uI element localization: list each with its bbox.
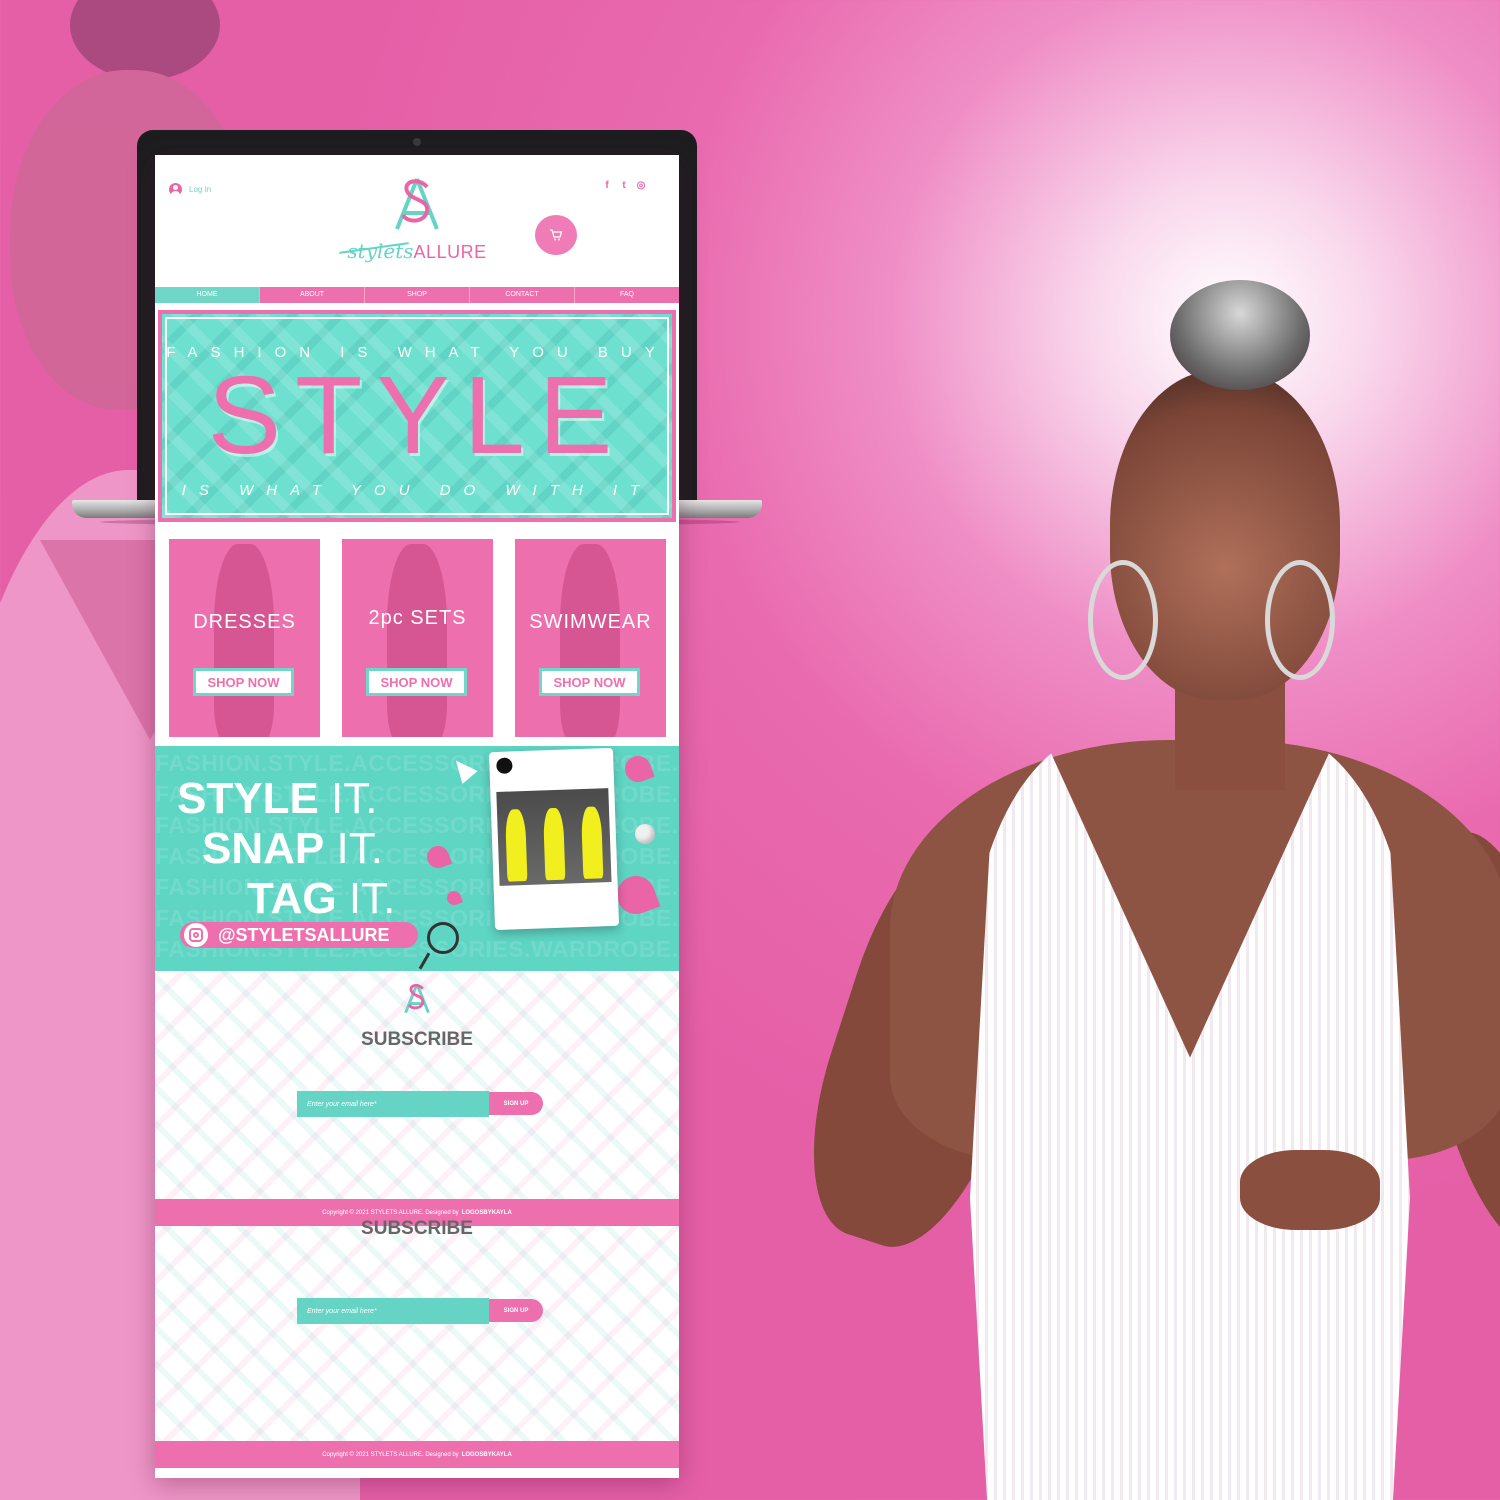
subscribe-section: SUBSCRIBE Enter your email here* SIGN UP [155,971,679,1201]
copyright-text: Copyright © 2021 STYLETS ALLURE. Designe… [322,1209,459,1216]
model-photo [779,270,1500,1500]
cart-icon [550,229,563,241]
magnifier-icon [427,922,459,954]
model-silhouette [560,544,620,737]
earring-right [1265,560,1335,680]
row-bold: SNAP [202,824,325,873]
avatar [496,757,513,774]
website-mockup: Log In f t ◎ styletsALLURE HOME ABOUT SH… [155,155,679,1478]
category-label: DRESSES [193,611,296,633]
twitter-icon[interactable]: t [619,180,629,191]
instagram-icon [184,923,208,947]
footer-bar: Copyright © 2021 STYLETS ALLURE. Designe… [155,1441,679,1468]
facebook-icon[interactable]: f [602,180,612,191]
logo-script: stylets [347,239,414,263]
sign-up-button[interactable]: SIGN UP [489,1092,543,1115]
social-links: f t ◎ [602,180,646,191]
nav-shop[interactable]: SHOP [364,287,469,303]
cart-button[interactable] [535,215,577,255]
shop-now-button[interactable]: SHOP NOW [539,668,640,696]
user-icon [169,183,182,196]
model-figure [542,807,566,881]
tag-it-row: TAG IT. [247,874,395,924]
login-link[interactable]: Log In [169,183,211,196]
category-card-sets[interactable]: 2pc SETS SHOP NOW [342,539,493,737]
subscribe-section: SUBSCRIBE Enter your email here* SIGN UP [155,1218,679,1441]
category-card-swimwear[interactable]: SWIMWEAR SHOP NOW [515,539,666,737]
hero-headline: STYLE [207,354,627,477]
designer-link[interactable]: LOGOSBYKAYLA [462,1210,512,1216]
row-thin: IT. [331,774,378,823]
login-label: Log In [189,185,212,194]
category-cards: DRESSES SHOP NOW 2pc SETS SHOP NOW SWIMW… [169,539,666,737]
model-figure [504,808,528,882]
bubble-icon [635,824,655,844]
shop-now-button[interactable]: SHOP NOW [366,668,467,696]
row-bold: STYLE [177,774,319,823]
instagram-handle: @STYLETSALLURE [218,924,390,945]
hair-bun [70,0,220,80]
model-silhouette [387,544,447,737]
shop-now-button[interactable]: SHOP NOW [193,668,294,696]
model-hair-bun [1170,280,1310,390]
subscribe-title: SUBSCRIBE [361,1029,473,1050]
instagram-handle-link[interactable]: @STYLETSALLURE [180,922,418,948]
model-figure [580,806,604,879]
main-nav: HOME ABOUT SHOP CONTACT FAQ [155,287,679,303]
snap-it-row: SNAP IT. [202,824,383,874]
earring-left [1088,560,1158,680]
logo-caps: ALLURE [413,242,487,262]
category-label: SWIMWEAR [529,611,652,633]
category-label: 2pc SETS [368,607,467,629]
style-it-row: STYLE IT. [177,774,377,824]
nav-about[interactable]: ABOUT [259,287,364,303]
nav-contact[interactable]: CONTACT [469,287,574,303]
row-thin: IT. [336,824,383,873]
logo-wordmark[interactable]: styletsALLURE [337,239,497,263]
email-field[interactable]: Enter your email here* [297,1298,489,1324]
site-header: Log In f t ◎ styletsALLURE [155,155,679,287]
model-hand [1240,1150,1380,1230]
designer-link[interactable]: LOGOSBYKAYLA [462,1452,512,1458]
model-silhouette [214,544,274,737]
instagram-post-card [488,747,620,931]
nav-home[interactable]: HOME [155,287,259,303]
category-card-dresses[interactable]: DRESSES SHOP NOW [169,539,320,737]
instagram-banner: FASHION.STYLE.ACCESSORIES.WARDROBE. FASH… [155,746,679,971]
instagram-icon[interactable]: ◎ [636,180,646,191]
laptop-camera [413,138,421,146]
logo-monogram-icon[interactable] [389,175,445,235]
hero-banner: FASHION IS WHAT YOU BUY STYLE IS WHAT YO… [158,310,676,522]
row-thin: IT. [348,874,396,923]
hero-tagline-bottom: IS WHAT YOU DO WITH IT [181,482,653,499]
post-photo [496,788,612,886]
sign-up-button[interactable]: SIGN UP [489,1299,543,1322]
email-field[interactable]: Enter your email here* [297,1091,489,1117]
logo-monogram-icon [404,983,430,1014]
nav-faq[interactable]: FAQ [574,287,679,303]
row-bold: TAG [247,874,337,923]
subscribe-title: SUBSCRIBE [361,1218,473,1239]
copyright-text: Copyright © 2021 STYLETS ALLURE. Designe… [322,1451,459,1458]
